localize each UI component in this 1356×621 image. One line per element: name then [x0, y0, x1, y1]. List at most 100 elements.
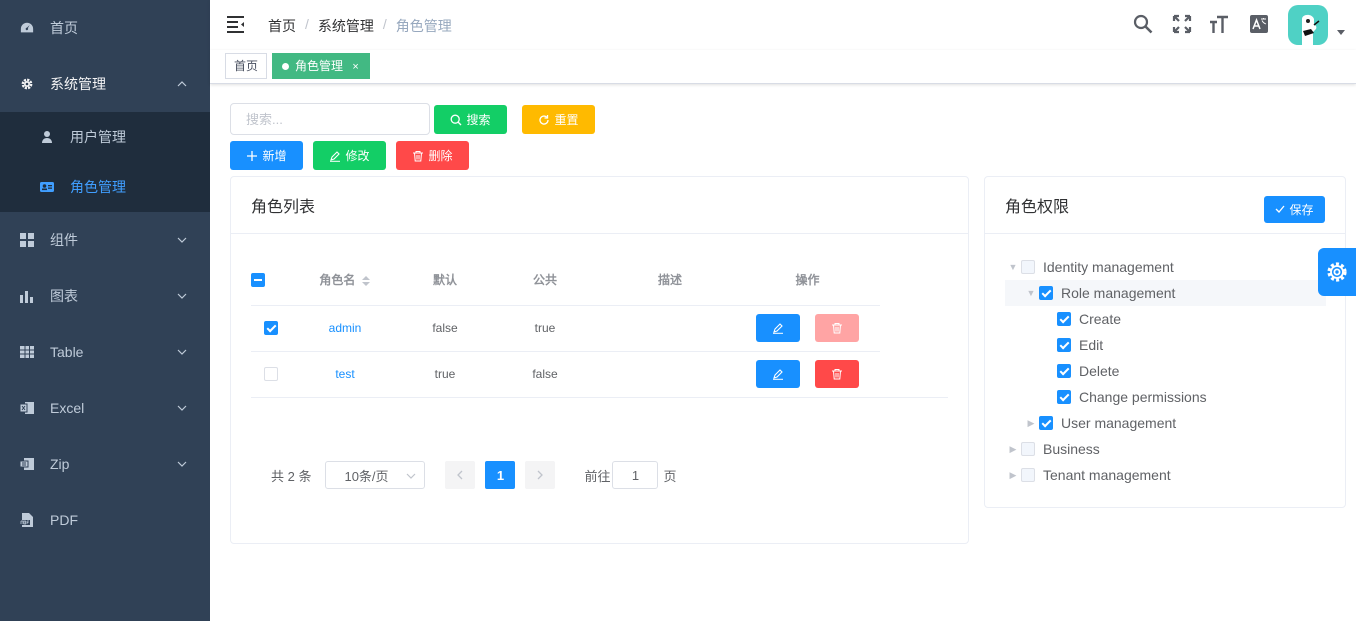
- tree-node-label: Tenant management: [1043, 467, 1171, 483]
- caret-right-icon[interactable]: ▶: [1023, 418, 1039, 429]
- search-input[interactable]: [230, 103, 430, 135]
- sidebar-item-roles[interactable]: 角色管理: [0, 162, 210, 212]
- search-button[interactable]: 搜索: [434, 105, 507, 134]
- font-size-icon[interactable]: [1208, 13, 1230, 35]
- tree-node-role[interactable]: ▼ Role management: [1005, 280, 1326, 306]
- sidebar-item-home[interactable]: 首页: [0, 0, 210, 56]
- tree-node-delete[interactable]: Delete: [1005, 358, 1119, 384]
- row-edit-button[interactable]: [755, 360, 800, 388]
- tree-node-tenant[interactable]: ▶ Tenant management: [1005, 462, 1171, 488]
- role-name[interactable]: test: [285, 351, 405, 398]
- tag-label: 角色管理: [295, 59, 344, 73]
- search-icon[interactable]: [1132, 13, 1154, 35]
- sort-icon[interactable]: [361, 274, 371, 288]
- tags-view: 首页 角色管理 ×: [210, 50, 1356, 84]
- breadcrumb-system[interactable]: 系统管理: [318, 16, 374, 36]
- caret-right-icon[interactable]: ▶: [1005, 444, 1021, 455]
- column-header-name[interactable]: 角色名: [285, 255, 405, 306]
- sidebar-item-table[interactable]: Table: [0, 324, 210, 380]
- settings-button[interactable]: [1318, 248, 1356, 296]
- translate-icon[interactable]: [1248, 13, 1270, 35]
- row-delete-button-disabled: [815, 314, 860, 342]
- tree-checkbox[interactable]: [1039, 416, 1053, 430]
- sidebar: 首页 系统管理 用户管理 角色管理 组件 图表 Table Excel Zip …: [0, 0, 210, 621]
- zip-icon: [20, 457, 34, 471]
- sidebar-item-label: 用户管理: [70, 129, 126, 145]
- delete-button-label: 删除: [428, 149, 453, 163]
- tree-node-label: Role management: [1061, 285, 1176, 301]
- reset-button-label: 重置: [554, 113, 579, 127]
- sidebar-item-zip[interactable]: Zip: [0, 436, 210, 492]
- edit-button[interactable]: 修改: [313, 141, 386, 170]
- system-submenu: 用户管理 角色管理: [0, 112, 210, 212]
- tree-checkbox[interactable]: [1057, 390, 1071, 404]
- row-edit-button[interactable]: [755, 314, 800, 342]
- chevron-up-icon: [177, 81, 187, 87]
- caret-right-icon[interactable]: ▶: [1005, 470, 1021, 481]
- reset-button[interactable]: 重置: [522, 105, 595, 134]
- goto-page-input[interactable]: 1: [612, 461, 659, 489]
- close-icon[interactable]: ×: [352, 61, 358, 73]
- sidebar-item-label: Excel: [50, 400, 85, 416]
- tree-checkbox[interactable]: [1057, 338, 1071, 352]
- tree-node-identity[interactable]: ▼ Identity management: [1005, 254, 1174, 280]
- tree-checkbox[interactable]: [1021, 468, 1035, 482]
- next-page-button[interactable]: [525, 461, 556, 489]
- sidebar-item-label: PDF: [50, 512, 78, 528]
- save-button[interactable]: 保存: [1264, 195, 1325, 223]
- sidebar-item-label: 角色管理: [70, 179, 126, 195]
- trash-icon: [413, 150, 424, 161]
- sidebar-item-charts[interactable]: 图表: [0, 268, 210, 324]
- role-public: true: [485, 305, 605, 352]
- row-delete-button[interactable]: [815, 360, 860, 388]
- hamburger-icon[interactable]: [226, 14, 246, 34]
- page-number-active[interactable]: 1: [485, 461, 516, 489]
- tree-node-edit[interactable]: Edit: [1005, 332, 1103, 358]
- trash-icon: [832, 323, 843, 334]
- role-default: false: [405, 305, 485, 352]
- chevron-down-icon: [177, 237, 187, 243]
- prev-page-button[interactable]: [445, 461, 476, 489]
- sidebar-item-excel[interactable]: Excel: [0, 380, 210, 436]
- caret-down-icon[interactable]: ▼: [1005, 262, 1021, 272]
- table-row: test true false: [251, 351, 948, 398]
- role-name[interactable]: admin: [285, 305, 405, 352]
- sidebar-item-components[interactable]: 组件: [0, 212, 210, 268]
- breadcrumb-home[interactable]: 首页: [268, 16, 296, 36]
- sidebar-item-pdf[interactable]: PDF: [0, 492, 210, 548]
- row-checkbox[interactable]: [264, 321, 278, 336]
- page-size-select[interactable]: 10条/页: [325, 461, 426, 489]
- tree-checkbox[interactable]: [1039, 286, 1053, 300]
- active-dot: [282, 63, 289, 70]
- chart-icon: [20, 289, 34, 303]
- save-button-label: 保存: [1289, 202, 1314, 217]
- tag-home[interactable]: 首页: [225, 53, 268, 79]
- tag-roles[interactable]: 角色管理 ×: [272, 53, 370, 79]
- edit-icon: [772, 323, 783, 334]
- tree-node-create[interactable]: Create: [1005, 306, 1121, 332]
- caret-down-icon[interactable]: ▼: [1023, 288, 1039, 298]
- role-default: true: [405, 351, 485, 398]
- main-content: 搜索 重置 新增 修改 删除 角色列表 角色名 默: [210, 84, 1356, 621]
- caret-down-icon[interactable]: [1337, 30, 1345, 35]
- pdf-icon: [20, 513, 34, 527]
- tree-checkbox[interactable]: [1021, 442, 1035, 456]
- add-button[interactable]: 新增: [230, 141, 303, 170]
- column-header-desc: 描述: [605, 255, 735, 306]
- delete-button[interactable]: 删除: [396, 141, 469, 170]
- tree-node-business[interactable]: ▶ Business: [1005, 436, 1100, 462]
- permissions-card-header: 角色权限 保存: [985, 177, 1345, 234]
- avatar[interactable]: [1288, 5, 1328, 45]
- row-checkbox[interactable]: [264, 367, 278, 382]
- select-all-checkbox[interactable]: [251, 273, 265, 288]
- sidebar-item-system[interactable]: 系统管理: [0, 56, 210, 112]
- tree-node-user[interactable]: ▶ User management: [1005, 410, 1177, 436]
- sidebar-item-users[interactable]: 用户管理: [0, 112, 210, 162]
- fullscreen-icon[interactable]: [1171, 13, 1193, 35]
- tree-node-change-permissions[interactable]: Change permissions: [1005, 384, 1207, 410]
- tree-checkbox[interactable]: [1021, 260, 1035, 274]
- tree-checkbox[interactable]: [1057, 312, 1071, 326]
- tree-checkbox[interactable]: [1057, 364, 1071, 378]
- excel-icon: [20, 401, 34, 415]
- gear-icon: [20, 77, 34, 91]
